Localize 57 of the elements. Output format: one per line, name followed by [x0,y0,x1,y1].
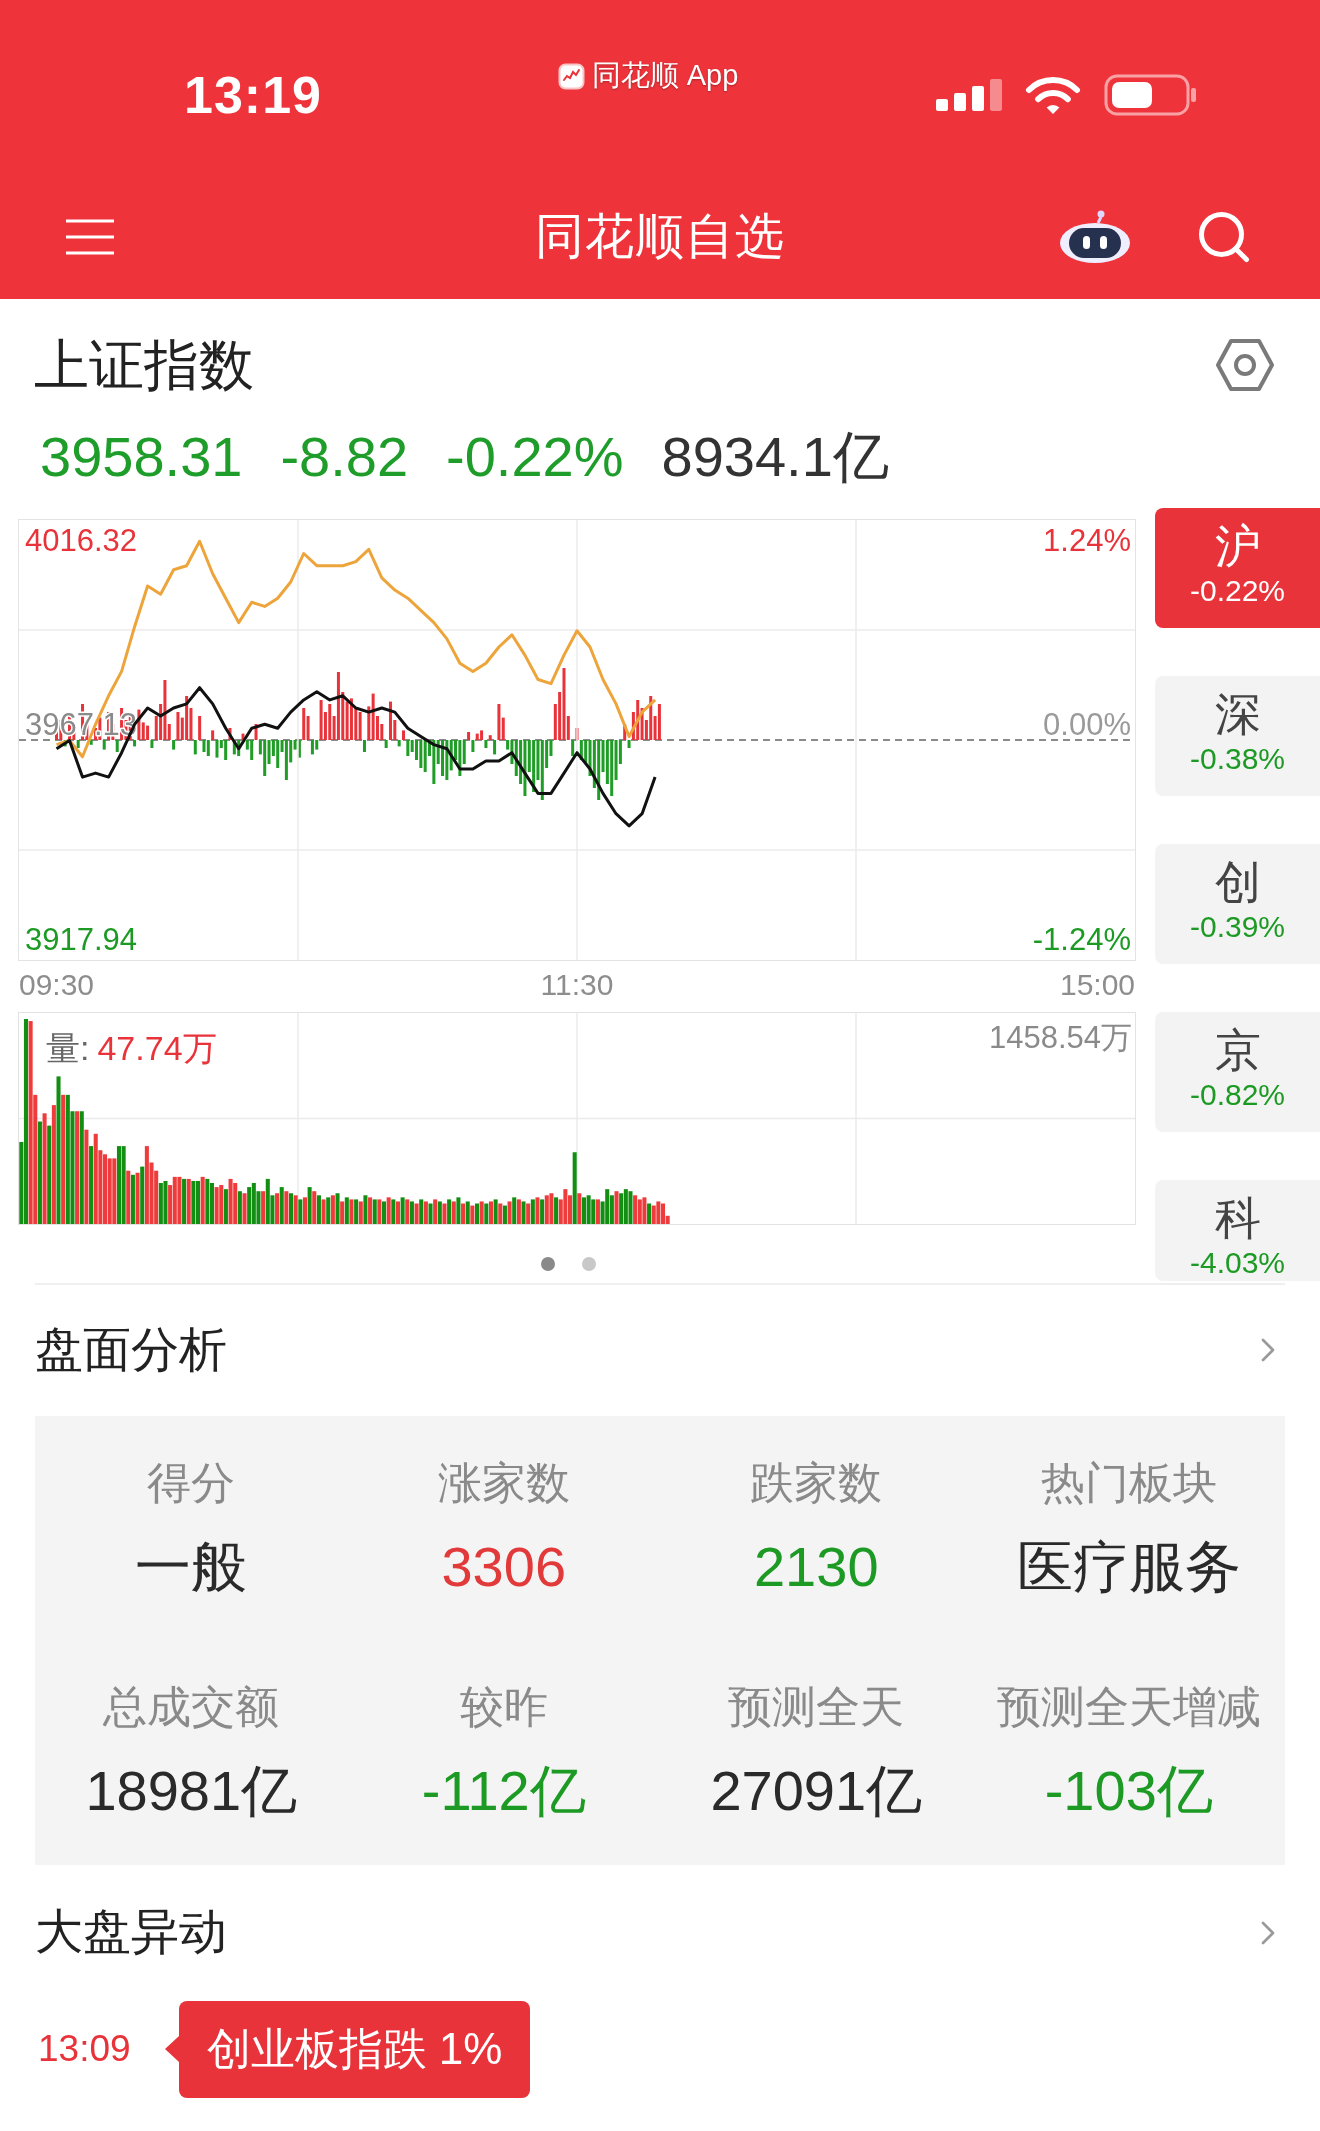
pager-dot[interactable] [581,1256,596,1271]
stat-label: 得分 [147,1456,236,1509]
quote-value: 3958.31 [40,428,243,485]
back-to-app-label[interactable]: 同花顺 App [591,56,739,96]
stat-label: 涨家数 [437,1456,570,1509]
stat-label: 热门板块 [1040,1456,1217,1509]
stat-value: -103亿 [1044,1758,1213,1823]
percent-axis-label: 1.24% [1043,522,1131,557]
stat-value: -112亿 [421,1758,586,1823]
stat-label: 跌家数 [750,1456,883,1509]
stat-value: 3306 [441,1534,567,1599]
index-change: -0.38% [1189,741,1286,776]
stat-label: 预测全天 [728,1680,905,1733]
index-change: -4.03% [1189,1245,1286,1280]
index-tab[interactable]: 沪 -0.22% [1155,507,1320,628]
y-axis-label: 4016.32 [25,522,138,557]
settings-icon[interactable] [1215,337,1275,394]
index-change: -0.82% [1189,1077,1286,1112]
status-time: 13:19 [184,65,322,125]
index-tab[interactable]: 创 -0.39% [1155,843,1320,964]
stat-label: 总成交额 [103,1680,280,1733]
event-time: 13:09 [38,2028,131,2070]
stat-value: 2130 [753,1534,879,1599]
index-change: -0.22% [1189,573,1286,608]
menu-icon[interactable] [66,218,114,255]
quote-value: 8934.1亿 [661,428,889,485]
index-tab[interactable]: 深 -0.38% [1155,675,1320,796]
index-change: -0.39% [1189,909,1286,944]
robot-assistant-icon[interactable] [1058,209,1132,264]
stat-value: 医疗服务 [1016,1534,1241,1599]
volume-value: 47.74万 [97,1029,217,1067]
quote-value: -0.22% [446,428,624,485]
volume-label: 量: [46,1029,90,1067]
index-tab[interactable]: 京 -0.82% [1155,1011,1320,1132]
stat-value: 18981亿 [85,1758,298,1823]
section-title: 盘面分析 [35,1323,227,1377]
app-logo-icon [557,62,585,90]
wifi-icon [1024,75,1082,115]
y-axis-label: 3917.94 [25,922,138,957]
stat-value: 一般 [135,1534,248,1599]
pager-dot[interactable] [540,1256,555,1271]
percent-axis-label: 0.00% [1043,706,1131,742]
time-axis-label: 11:30 [540,969,614,1000]
stat-label: 预测全天增减 [996,1680,1261,1733]
time-axis-label: 15:00 [1059,969,1136,1000]
section-title: 大盘异动 [35,1906,227,1959]
percent-axis-label: -1.24% [1032,922,1131,957]
stat-value: 27091亿 [710,1758,923,1823]
stat-label: 较昨 [459,1680,548,1733]
time-axis-label: 09:30 [18,969,95,1000]
volume-max-label: 1458.54万 [988,1020,1132,1055]
page-title: 同花顺自选 [535,207,785,265]
index-tab[interactable]: 科 -4.03% [1155,1179,1320,1281]
battery-icon [1104,74,1198,116]
signal-icon [936,79,1002,111]
index-name: 上证指数 [34,335,254,396]
quote-value: -8.82 [280,428,409,485]
